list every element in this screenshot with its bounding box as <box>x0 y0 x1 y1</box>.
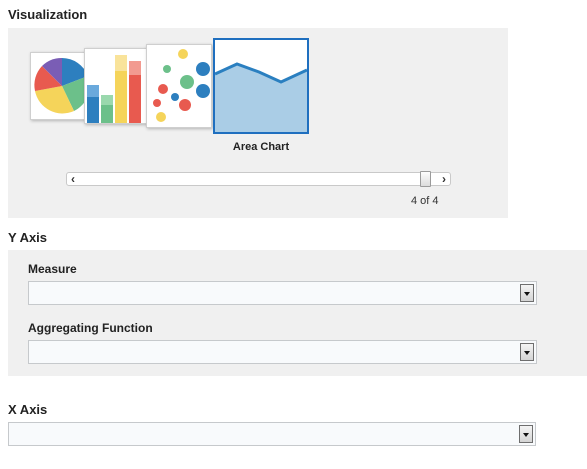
aggregating-function-select[interactable] <box>28 340 537 364</box>
area-chart-icon <box>215 62 307 132</box>
bar-chart-thumbnail[interactable] <box>84 48 148 124</box>
measure-select[interactable] <box>28 281 537 305</box>
page-indicator: 4 of 4 <box>411 195 439 207</box>
chevron-left-icon[interactable]: ‹ <box>71 171 75 187</box>
x-axis-select[interactable] <box>8 422 536 446</box>
bar-chart-icon <box>87 55 141 123</box>
aggregating-function-label: Aggregating Function <box>28 321 153 335</box>
measure-label: Measure <box>28 262 77 276</box>
visualization-heading: Visualization <box>8 7 88 22</box>
bubble-chart-thumbnail[interactable] <box>146 44 212 128</box>
selected-chart-caption: Area Chart <box>232 141 290 153</box>
bubble-chart-icon <box>153 49 210 122</box>
chevron-right-icon[interactable]: › <box>442 171 446 187</box>
visualization-gallery: Area Chart ‹ › 4 of 4 <box>8 28 508 218</box>
slider-handle[interactable] <box>420 171 431 187</box>
chevron-down-icon[interactable] <box>519 425 533 443</box>
y-axis-panel: Measure Aggregating Function <box>8 250 587 376</box>
area-chart-thumbnail[interactable] <box>213 38 309 134</box>
chevron-down-icon[interactable] <box>520 343 534 361</box>
x-axis-heading: X Axis <box>8 402 48 417</box>
gallery-slider[interactable]: ‹ › <box>66 171 451 187</box>
chevron-down-icon[interactable] <box>520 284 534 302</box>
y-axis-heading: Y Axis <box>8 230 48 245</box>
